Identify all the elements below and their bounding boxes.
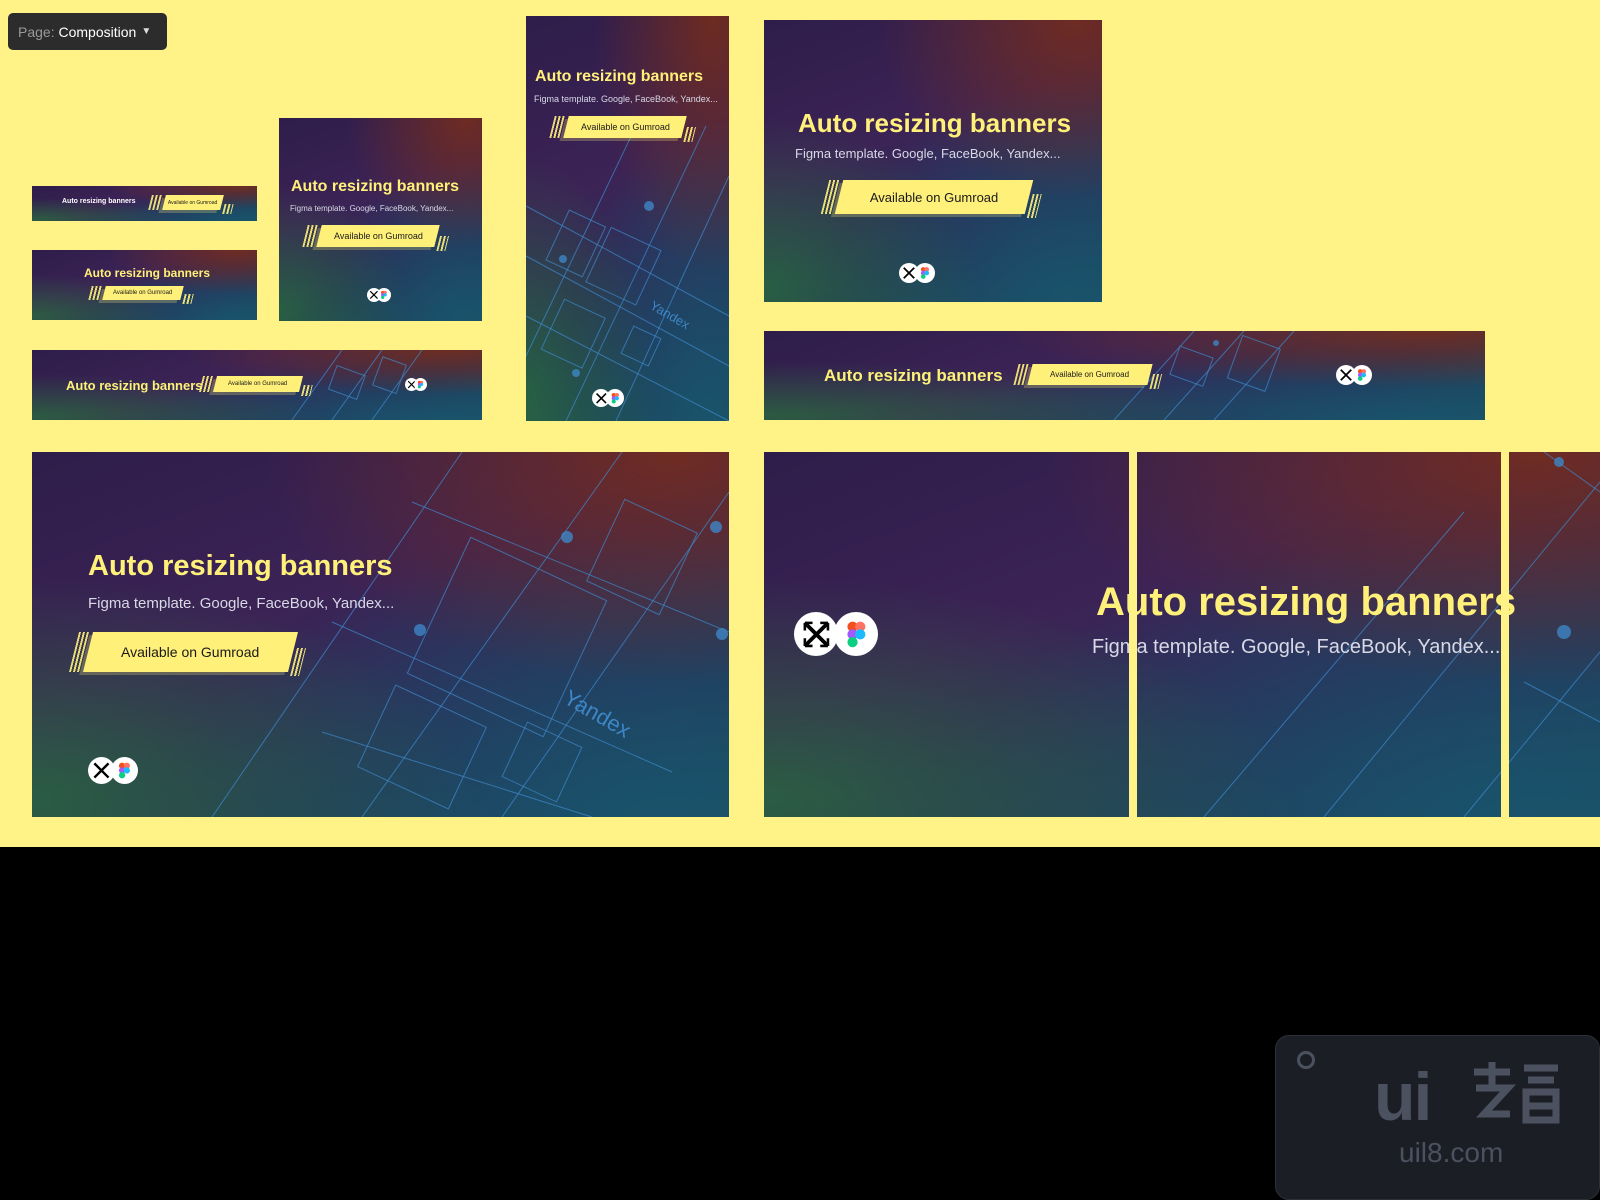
banner-tiny-leaderboard[interactable]: Auto resizing banners Available on Gumro… <box>32 186 257 221</box>
cta-button[interactable]: Available on Gumroad <box>316 225 440 247</box>
cta-button[interactable]: Available on Gumroad <box>213 376 303 392</box>
tool-icons <box>88 757 138 784</box>
tool-icons <box>899 263 935 283</box>
banner-subtitle: Figma template. Google, FaceBook, Yandex… <box>290 204 454 213</box>
page-selector-value: Composition <box>58 23 137 40</box>
figma-icon <box>377 288 391 302</box>
banner-square[interactable]: Auto resizing banners Figma template. Go… <box>279 118 482 321</box>
page-selector[interactable]: Page: Composition ▼ <box>8 13 167 50</box>
banner-title: Auto resizing banners <box>88 550 393 582</box>
banner-leaderboard[interactable]: Auto resizing banners Available on Gumro… <box>764 331 1485 420</box>
banner-title: Auto resizing banners <box>62 198 136 205</box>
frame-divider <box>1129 452 1137 817</box>
banner-subtitle: Figma template. Google, FaceBook, Yandex… <box>1092 636 1501 658</box>
banner-title: Auto resizing banners <box>798 108 1072 138</box>
cta-button[interactable]: Available on Gumroad <box>563 116 687 138</box>
banner-large-rectangle[interactable]: Auto resizing banners Figma template. Go… <box>764 20 1102 302</box>
resize-arrows-icon <box>794 612 838 656</box>
banner-skyscraper[interactable]: Yandex Auto resizing banners Figma templ… <box>526 16 729 421</box>
wire-label: Yandex <box>648 298 693 333</box>
chevron-down-icon: ▼ <box>141 26 152 37</box>
wireframe-pattern <box>1203 452 1600 817</box>
banner-small[interactable]: Auto resizing banners Available on Gumro… <box>32 250 257 320</box>
banner-wide-medium[interactable]: Auto resizing banners Available on Gumro… <box>32 350 482 420</box>
tool-icons <box>1336 365 1372 385</box>
banner-title: Auto resizing banners <box>1096 580 1517 624</box>
page-selector-label: Page: <box>18 23 55 40</box>
cta-button[interactable]: Available on Gumroad <box>1027 364 1153 385</box>
frame-divider <box>1501 452 1509 817</box>
cta-button[interactable]: Available on Gumroad <box>83 632 298 672</box>
watermark-badge: ui uil8.com <box>1275 1035 1600 1200</box>
wire-label: Yandex <box>560 685 636 743</box>
figma-icon <box>834 612 878 656</box>
figma-canvas[interactable]: Page: Composition ▼ Auto resizing banner… <box>0 0 1600 847</box>
figma-icon <box>1352 365 1372 385</box>
tool-icons <box>367 288 391 302</box>
figma-icon <box>606 389 624 407</box>
banner-huge[interactable]: Auto resizing banners Figma template. Go… <box>764 452 1600 817</box>
cta-button[interactable]: Available on Gumroad <box>162 195 224 210</box>
watermark-dot <box>1297 1051 1315 1069</box>
watermark-glyph-icon <box>1474 1062 1560 1124</box>
tool-icons <box>405 378 427 391</box>
cta-button[interactable]: Available on Gumroad <box>102 286 184 300</box>
banner-title: Auto resizing banners <box>824 366 1003 385</box>
figma-icon <box>414 378 427 391</box>
banner-big-landscape[interactable]: Yandex Auto resizing banners Figma templ… <box>32 452 729 817</box>
tool-icons <box>794 612 878 656</box>
watermark-logo: ui <box>1374 1059 1432 1135</box>
banner-subtitle: Figma template. Google, FaceBook, Yandex… <box>534 94 718 104</box>
banner-title: Auto resizing banners <box>535 68 704 85</box>
banner-subtitle: Figma template. Google, FaceBook, Yandex… <box>88 595 395 612</box>
banner-title: Auto resizing banners <box>291 178 460 195</box>
figma-icon <box>111 757 138 784</box>
tool-icons <box>592 389 624 407</box>
figma-icon <box>915 263 935 283</box>
banner-title: Auto resizing banners <box>84 266 211 280</box>
banner-title: Auto resizing banners <box>66 378 203 393</box>
watermark-url: uil8.com <box>1399 1137 1504 1168</box>
banner-subtitle: Figma template. Google, FaceBook, Yandex… <box>795 146 1061 161</box>
cta-button[interactable]: Available on Gumroad <box>834 180 1034 214</box>
